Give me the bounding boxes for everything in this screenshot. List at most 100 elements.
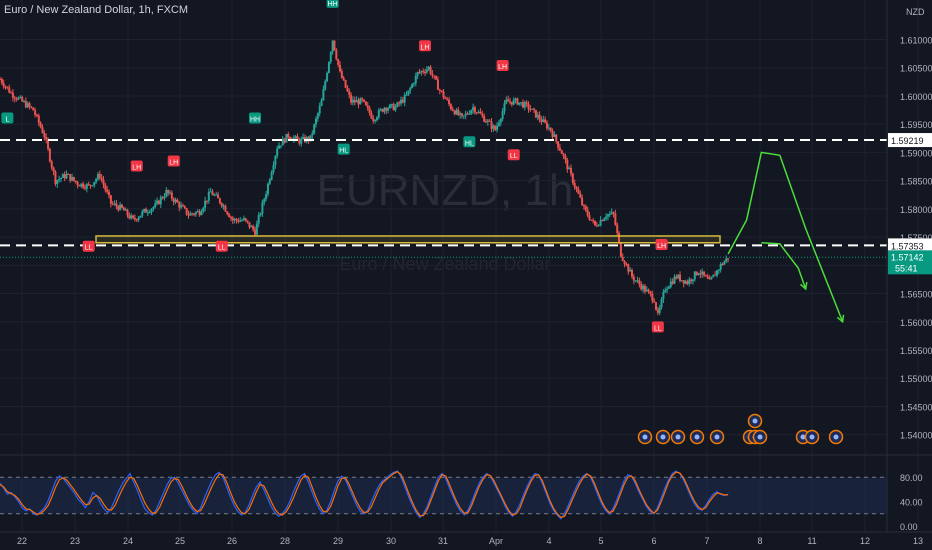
candle-body [279, 145, 282, 147]
candle-body [496, 125, 499, 131]
candle-body [285, 133, 288, 143]
candle-body [35, 114, 38, 116]
candle-body [679, 274, 682, 281]
candle-body [231, 217, 234, 221]
time-tick-label: 7 [704, 536, 709, 546]
candle-body [372, 118, 375, 122]
candle-body [579, 193, 582, 198]
candle-body [152, 207, 155, 209]
candle-body [558, 147, 561, 151]
event-marker-dot [694, 434, 700, 440]
candle-body [302, 137, 305, 139]
candle-body [632, 276, 635, 281]
swing-label-text: LH [498, 64, 507, 71]
swing-label: LL [215, 240, 228, 252]
candle-body [381, 109, 384, 112]
candle-body [213, 194, 216, 196]
candle-body [396, 102, 399, 107]
candle-body [647, 289, 650, 292]
candle-body [331, 40, 334, 53]
candle-body [505, 99, 508, 104]
candle-body [564, 155, 567, 160]
candle-body [202, 207, 205, 212]
candle-body [246, 220, 249, 223]
candle-body [551, 130, 554, 137]
candle-body [418, 72, 421, 74]
candle-body [701, 271, 704, 275]
candle-body [316, 113, 319, 119]
candle-body [510, 101, 513, 105]
candle-body [555, 134, 558, 142]
candle-body [274, 156, 277, 166]
time-tick-label: 26 [227, 536, 237, 546]
candle-body [699, 273, 702, 275]
candle-body [695, 271, 698, 275]
candle-body [405, 94, 408, 96]
candle-body [139, 215, 142, 218]
candle-body [462, 115, 465, 117]
candle-body [507, 99, 510, 102]
candle-body [388, 104, 391, 109]
candle-body [545, 122, 548, 129]
last-price-value: 1.57142 [891, 252, 924, 262]
candle-body [714, 274, 717, 276]
candle-body [324, 81, 327, 90]
candle-body [411, 84, 414, 88]
candle-body [255, 223, 258, 235]
candle-body [655, 302, 658, 310]
candle-body [427, 66, 430, 70]
swing-label: LH [167, 155, 180, 167]
chart-canvas[interactable]: EURNZD, 1h Euro / New Zealand Dollar 1.610… [0, 0, 932, 550]
candle-body [132, 215, 135, 218]
candle-body [87, 184, 90, 186]
candle-body [93, 181, 96, 186]
price-tick-label: 1.61000 [900, 36, 932, 46]
candle-body [571, 173, 574, 184]
candle-body [662, 292, 665, 300]
candle-body [268, 179, 271, 184]
candle-body [156, 200, 159, 204]
event-marker-dot [757, 434, 763, 440]
candle-body [85, 184, 88, 189]
swing-label-text: LL [510, 153, 518, 160]
event-marker [670, 429, 686, 445]
candle-body [318, 106, 321, 114]
candle-body [516, 98, 519, 105]
candle-body [364, 101, 367, 106]
candle-body [294, 136, 297, 138]
candle-body [52, 167, 55, 172]
candle-body [58, 179, 61, 181]
candle-body [710, 277, 713, 280]
candle-body [605, 216, 608, 219]
candle-body [570, 167, 573, 174]
swing-label-text: LH [657, 243, 666, 250]
candle-body [180, 205, 183, 208]
candle-body [656, 309, 659, 313]
price-tick-label: 1.58500 [900, 177, 932, 187]
candle-body [283, 138, 286, 143]
candle-body [374, 120, 377, 122]
swing-label: LH [655, 239, 668, 250]
candle-body [660, 299, 663, 308]
candle-body [595, 225, 598, 227]
candle-body [117, 206, 120, 211]
candle-body [568, 167, 571, 170]
stoch-tick-label: 80.00 [900, 473, 923, 483]
candle-body [553, 134, 556, 137]
candle-body [106, 189, 109, 192]
candle-body [599, 220, 602, 226]
candle-body [69, 174, 72, 181]
candle-body [547, 127, 550, 129]
candle-body [420, 71, 423, 73]
candle-body [481, 113, 484, 116]
candle-body [697, 273, 700, 275]
candle-body [141, 211, 144, 216]
candle-body [340, 71, 343, 79]
candle-body [329, 52, 332, 62]
candle-body [673, 276, 676, 284]
candle-body [460, 113, 463, 116]
candle-body [17, 97, 20, 100]
candle-body [41, 127, 44, 134]
swing-label: LL [82, 240, 95, 252]
candle-body [217, 194, 220, 199]
